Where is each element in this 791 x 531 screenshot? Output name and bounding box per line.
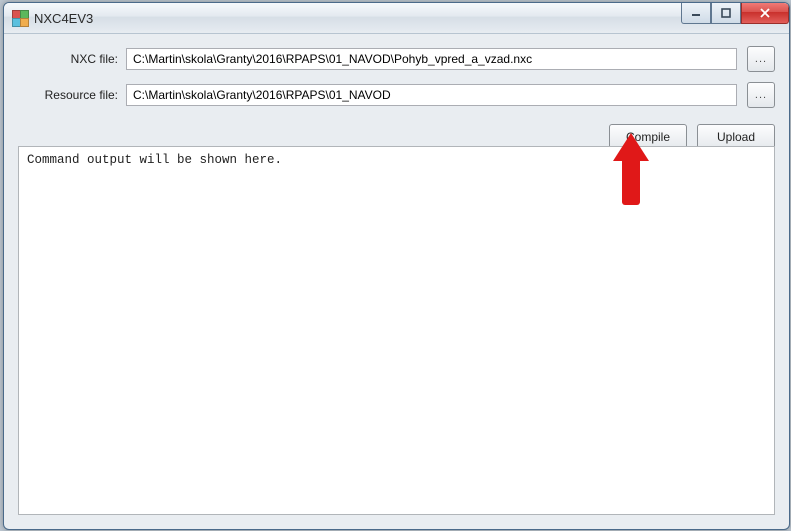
- output-panel: Command output will be shown here.: [18, 146, 775, 515]
- maximize-icon: [721, 8, 731, 18]
- resource-file-label: Resource file:: [18, 88, 126, 102]
- resource-file-row: Resource file: ...: [18, 82, 775, 108]
- nxc-file-input[interactable]: [126, 48, 737, 70]
- minimize-button[interactable]: [681, 3, 711, 24]
- app-icon: [12, 10, 28, 26]
- close-button[interactable]: [741, 3, 789, 24]
- window-title: NXC4EV3: [34, 11, 93, 26]
- command-output[interactable]: Command output will be shown here.: [19, 147, 774, 514]
- minimize-icon: [691, 8, 701, 18]
- close-icon: [759, 8, 771, 18]
- form-panel: NXC file: ... Resource file: ...: [4, 34, 789, 122]
- resource-file-browse-button[interactable]: ...: [747, 82, 775, 108]
- resource-file-input[interactable]: [126, 84, 737, 106]
- nxc-file-row: NXC file: ...: [18, 46, 775, 72]
- titlebar[interactable]: NXC4EV3: [4, 3, 789, 34]
- nxc-file-browse-button[interactable]: ...: [747, 46, 775, 72]
- window-controls: [681, 3, 789, 23]
- nxc-file-label: NXC file:: [18, 52, 126, 66]
- app-window: NXC4EV3 NXC file: ... Resource file: ...…: [3, 2, 790, 530]
- maximize-button[interactable]: [711, 3, 741, 24]
